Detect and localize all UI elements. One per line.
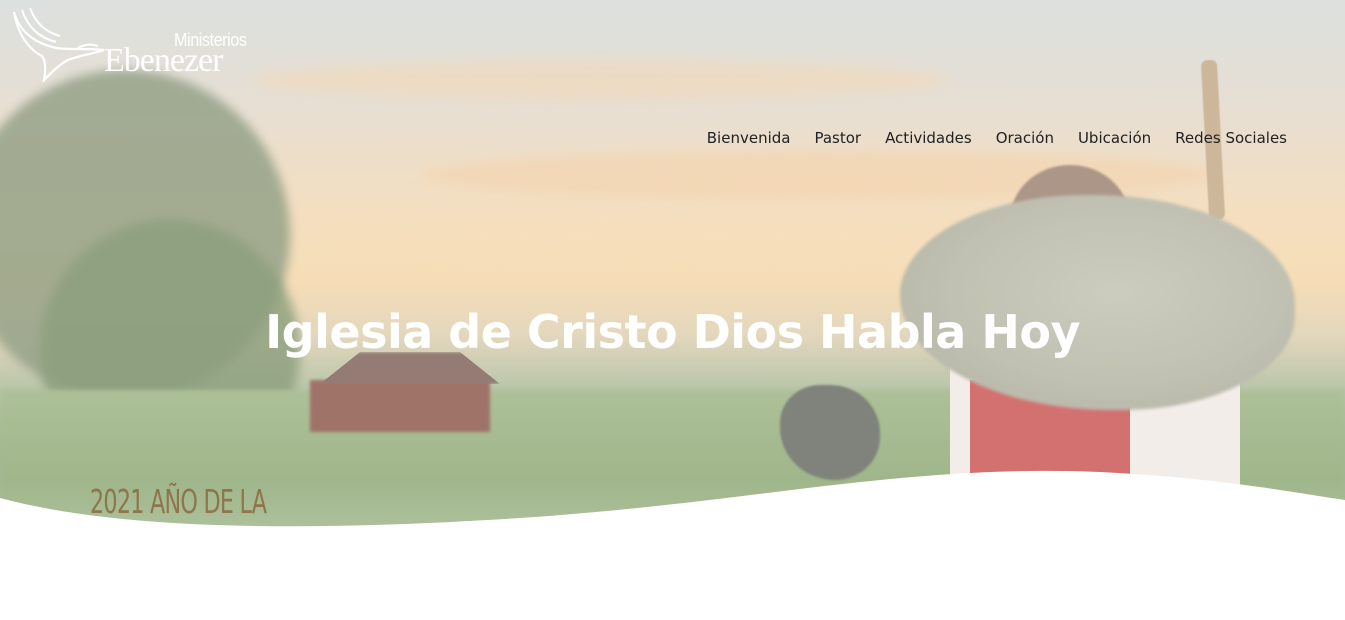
- nav-link-ubicacion[interactable]: Ubicación: [1078, 128, 1151, 148]
- dove-icon: [12, 7, 105, 82]
- main-nav: Bienvenida Pastor Actividades Oración Ub…: [683, 128, 1287, 148]
- nav-link-actividades[interactable]: Actividades: [885, 128, 972, 148]
- logo-title: Ebenezer: [104, 42, 223, 79]
- nav-link-oracion[interactable]: Oración: [996, 128, 1054, 148]
- nav-link-pastor[interactable]: Pastor: [814, 128, 861, 148]
- content-area: [0, 540, 1345, 620]
- nav-link-bienvenida[interactable]: Bienvenida: [707, 128, 791, 148]
- site-logo[interactable]: Ministerios Ebenezer: [8, 4, 268, 84]
- hero-banner: Ministerios Ebenezer Bienvenida Pastor A…: [0, 0, 1345, 540]
- hero-title: Iglesia de Cristo Dios Habla Hoy: [265, 305, 1080, 359]
- nav-link-redes-sociales[interactable]: Redes Sociales: [1175, 128, 1287, 148]
